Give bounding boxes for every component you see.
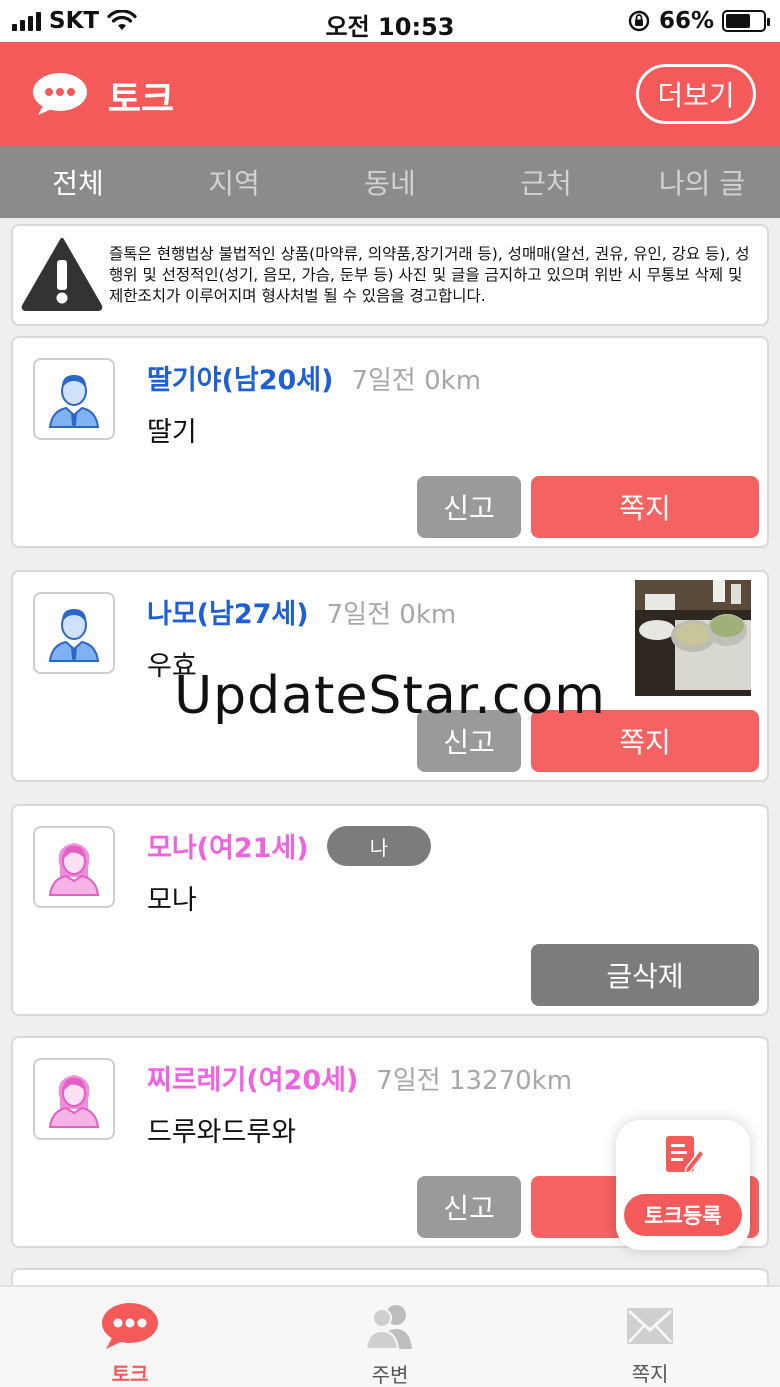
female-avatar-icon — [48, 843, 100, 896]
nav-messages[interactable]: 쪽지 — [520, 1287, 780, 1387]
battery-icon — [722, 10, 770, 32]
nav-nearby-label: 주변 — [371, 1363, 409, 1387]
nav-nearby[interactable]: 주변 — [260, 1287, 520, 1387]
my-post-badge: 나 — [327, 826, 431, 866]
nav-talk-label: 토크 — [111, 1362, 149, 1386]
avatar[interactable] — [33, 358, 115, 440]
write-talk-button[interactable]: 토크등록 — [616, 1120, 750, 1250]
chat-bubble-icon — [33, 73, 87, 115]
watermark-text: UpdateStar.com — [174, 666, 606, 726]
post-author[interactable]: 나모(남27세) 7일전 0km — [147, 592, 456, 631]
app-header: 토크 더보기 — [0, 42, 780, 146]
post-author[interactable]: 모나(여21세) — [147, 826, 309, 865]
report-button[interactable]: 신고 — [417, 476, 521, 538]
male-avatar-icon — [48, 375, 100, 428]
avatar[interactable] — [33, 1058, 115, 1140]
post-meta: 7일전 0km — [351, 366, 482, 396]
tab-all[interactable]: 전체 — [0, 146, 156, 218]
write-icon — [666, 1136, 704, 1174]
tab-neighborhood[interactable]: 동네 — [312, 146, 468, 218]
nav-talk[interactable]: 토크 — [0, 1287, 260, 1387]
status-bar: SKT 오전 10:53 66% — [0, 0, 780, 42]
report-button[interactable]: 신고 — [417, 1176, 521, 1238]
people-icon — [364, 1305, 412, 1350]
bottom-navigation: 토크 주변 쪽지 — [0, 1285, 780, 1387]
male-avatar-icon — [48, 609, 100, 662]
message-button[interactable]: 쪽지 — [531, 476, 759, 538]
notice-text: 즐톡은 현행법상 불법적인 상품(마약류, 의약품,장기거래 등), 성매매(알… — [109, 245, 750, 305]
post-message: 드루와드루와 — [147, 1117, 297, 1148]
write-talk-label: 토크등록 — [624, 1194, 742, 1236]
tab-nearby[interactable]: 근처 — [468, 146, 624, 218]
warning-icon — [21, 238, 103, 311]
post-message: 모나 — [147, 885, 197, 916]
post-meta: 7일전 0km — [326, 600, 457, 630]
avatar[interactable] — [33, 826, 115, 908]
page-title: 토크 — [108, 79, 175, 120]
avatar[interactable] — [33, 592, 115, 674]
tab-bar: 전체 지역 동네 근처 나의 글 — [0, 146, 780, 218]
tab-region[interactable]: 지역 — [156, 146, 312, 218]
more-button[interactable]: 더보기 — [636, 64, 756, 124]
nav-messages-label: 쪽지 — [631, 1362, 669, 1386]
post-card: 모나(여21세) 나 모나 글삭제 — [11, 804, 769, 1016]
warning-notice: 즐톡은 현행법상 불법적인 상품(마약류, 의약품,장기거래 등), 성매매(알… — [11, 224, 769, 326]
orientation-lock-icon — [628, 10, 650, 32]
envelope-icon — [627, 1307, 673, 1344]
tab-my-posts[interactable]: 나의 글 — [624, 146, 780, 218]
post-author[interactable]: 찌르레기(여20세) 7일전 13270km — [147, 1058, 572, 1097]
chat-bubble-icon — [102, 1302, 158, 1349]
post-message: 딸기 — [147, 417, 197, 448]
battery-percent: 66% — [658, 8, 714, 34]
post-author[interactable]: 딸기야(남20세) 7일전 0km — [147, 358, 481, 397]
delete-post-button[interactable]: 글삭제 — [531, 944, 759, 1006]
post-card: 딸기야(남20세) 7일전 0km 딸기 신고 쪽지 — [11, 336, 769, 548]
post-meta: 7일전 13270km — [376, 1066, 573, 1096]
female-avatar-icon — [48, 1075, 100, 1128]
